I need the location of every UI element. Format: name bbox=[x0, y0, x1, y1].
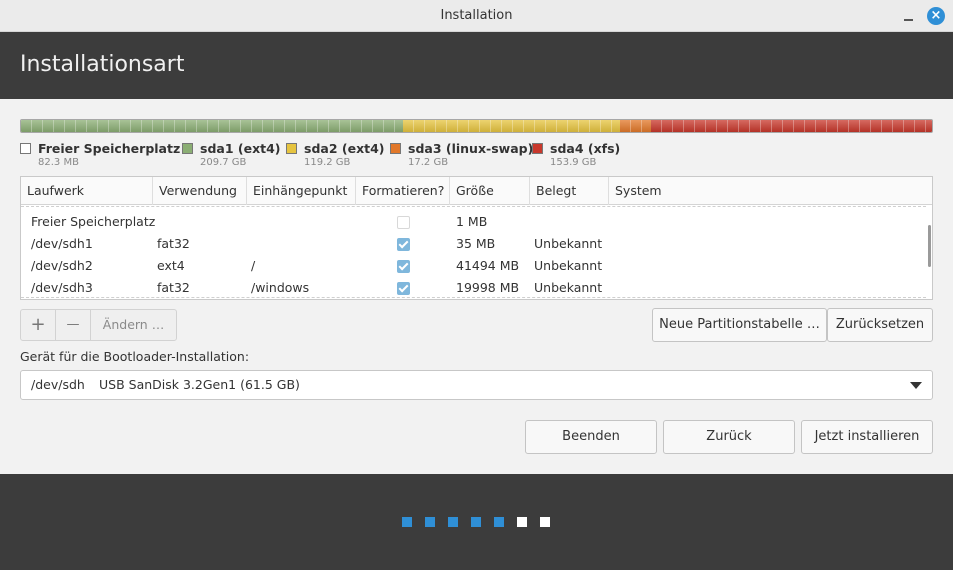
format-checkbox[interactable] bbox=[397, 260, 410, 273]
progress-dot bbox=[540, 517, 550, 527]
change-partition-button[interactable]: Ändern … bbox=[91, 310, 176, 340]
partition-bar bbox=[20, 119, 933, 133]
bootloader-label: Gerät für die Bootloader-Installation: bbox=[20, 349, 250, 364]
legend-swatch bbox=[532, 143, 543, 154]
partition-table[interactable]: Laufwerk Verwendung Einhängepunkt Format… bbox=[20, 176, 933, 300]
legend-name: sda3 (linux-swap) bbox=[408, 141, 534, 156]
column-verwendung[interactable]: Verwendung bbox=[153, 177, 247, 205]
partition-toolbar: + — Ändern … bbox=[20, 309, 177, 341]
partition-bar-segment bbox=[21, 120, 403, 132]
progress-dot bbox=[471, 517, 481, 527]
cell-mount: /windows bbox=[251, 280, 310, 295]
legend-name: sda1 (ext4) bbox=[200, 141, 281, 156]
add-partition-button[interactable]: + bbox=[21, 310, 55, 340]
remove-partition-button[interactable]: — bbox=[56, 310, 90, 340]
column-system[interactable]: System bbox=[609, 177, 932, 205]
legend-size: 209.7 GB bbox=[200, 157, 247, 168]
format-checkbox[interactable] bbox=[397, 238, 410, 251]
main-content: Freier Speicherplatz 82.3 MB sda1 (ext4) 20… bbox=[0, 99, 953, 474]
cell-usage: ext4 bbox=[157, 258, 185, 273]
partition-bar-segment bbox=[403, 120, 621, 132]
minimize-icon[interactable] bbox=[902, 6, 916, 26]
column-laufwerk[interactable]: Laufwerk bbox=[21, 177, 153, 205]
format-checkbox bbox=[397, 216, 410, 229]
back-button[interactable]: Zurück bbox=[663, 420, 795, 454]
legend-size: 153.9 GB bbox=[550, 157, 597, 168]
quit-button[interactable]: Beenden bbox=[525, 420, 657, 454]
cell-used: Unbekannt bbox=[534, 258, 603, 273]
cell-used: Unbekannt bbox=[534, 236, 603, 251]
page-title: Installationsart bbox=[20, 52, 185, 77]
cell-device: /dev/sdh2 bbox=[31, 258, 93, 273]
legend-name: sda4 (xfs) bbox=[550, 141, 621, 156]
column-groesse[interactable]: Größe bbox=[450, 177, 530, 205]
cell-usage: fat32 bbox=[157, 280, 190, 295]
table-scrollbar[interactable] bbox=[928, 225, 931, 267]
page-header: Installationsart bbox=[0, 32, 953, 99]
partition-bar-segment bbox=[620, 120, 652, 132]
column-formatieren[interactable]: Formatieren? bbox=[356, 177, 450, 205]
cell-size: 41494 MB bbox=[456, 258, 520, 273]
installer-footer bbox=[0, 474, 953, 570]
cell-device: /dev/sdh1 bbox=[31, 236, 93, 251]
bootloader-device-select[interactable]: /dev/sdh USB SanDisk 3.2Gen1 (61.5 GB) bbox=[20, 370, 933, 400]
cell-device: /dev/sdh3 bbox=[31, 280, 93, 295]
table-row[interactable]: Freier Speicherplatz 1 MB bbox=[21, 211, 926, 233]
partition-bar-segment bbox=[651, 120, 932, 132]
cell-usage: fat32 bbox=[157, 236, 190, 251]
legend-swatch bbox=[286, 143, 297, 154]
legend-name: Freier Speicherplatz bbox=[38, 141, 181, 156]
table-body: Freier Speicherplatz 1 MB /dev/sdh1 fat3… bbox=[21, 205, 932, 299]
column-einhaengepunkt[interactable]: Einhängepunkt bbox=[247, 177, 356, 205]
legend-size: 82.3 MB bbox=[38, 157, 79, 168]
cell-mount: / bbox=[251, 258, 256, 273]
bootloader-device-description: USB SanDisk 3.2Gen1 (61.5 GB) bbox=[99, 377, 300, 392]
legend-size: 119.2 GB bbox=[304, 157, 351, 168]
table-row[interactable]: /dev/sdh1 fat32 35 MB Unbekannt bbox=[21, 233, 926, 255]
legend-swatch bbox=[20, 143, 31, 154]
cell-size: 1 MB bbox=[456, 214, 488, 229]
drop-indicator-top bbox=[21, 206, 926, 207]
cell-size: 35 MB bbox=[456, 236, 496, 251]
legend-swatch bbox=[390, 143, 401, 154]
progress-dot bbox=[425, 517, 435, 527]
table-header: Laufwerk Verwendung Einhängepunkt Format… bbox=[21, 177, 932, 205]
legend-size: 17.2 GB bbox=[408, 157, 449, 168]
bootloader-device: /dev/sdh bbox=[31, 377, 85, 392]
cell-size: 19998 MB bbox=[456, 280, 520, 295]
install-now-button[interactable]: Jetzt installieren bbox=[801, 420, 933, 454]
format-checkbox[interactable] bbox=[397, 282, 410, 295]
progress-dot bbox=[494, 517, 504, 527]
progress-dot bbox=[517, 517, 527, 527]
window-titlebar: Installation × bbox=[0, 0, 953, 32]
column-belegt[interactable]: Belegt bbox=[530, 177, 609, 205]
progress-dot bbox=[448, 517, 458, 527]
window-title: Installation bbox=[440, 8, 513, 23]
cell-device: Freier Speicherplatz bbox=[31, 214, 156, 229]
drop-indicator-bottom bbox=[21, 297, 926, 298]
reset-button[interactable]: Zurücksetzen bbox=[827, 308, 933, 342]
table-row[interactable]: /dev/sdh3 fat32 /windows 19998 MB Unbeka… bbox=[21, 277, 926, 299]
table-row[interactable]: /dev/sdh2 ext4 / 41494 MB Unbekannt bbox=[21, 255, 926, 277]
cell-used: Unbekannt bbox=[534, 280, 603, 295]
progress-dot bbox=[402, 517, 412, 527]
new-partition-table-button[interactable]: Neue Partitionstabelle … bbox=[652, 308, 827, 342]
legend-name: sda2 (ext4) bbox=[304, 141, 385, 156]
legend-swatch bbox=[182, 143, 193, 154]
close-icon[interactable]: × bbox=[927, 7, 945, 25]
chevron-down-icon bbox=[910, 382, 922, 389]
